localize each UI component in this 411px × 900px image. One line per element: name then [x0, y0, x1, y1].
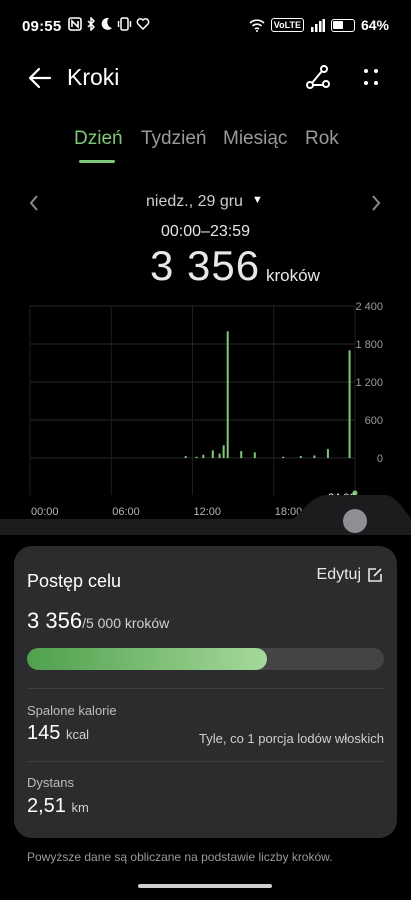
- y-tick-label: 2 400: [355, 301, 383, 313]
- chart-scrubber-handle[interactable]: [343, 509, 367, 533]
- distance-value: 2,51: [27, 795, 66, 817]
- edit-goal-button[interactable]: Edytuj: [317, 566, 383, 584]
- chart-bar: [253, 452, 256, 458]
- chart-bar: [326, 449, 329, 458]
- wifi-icon: [249, 18, 265, 32]
- goal-progress-bar: [27, 648, 384, 670]
- goal-target: /5 000 kroków: [82, 615, 170, 631]
- calories-note: Tyle, co 1 porcja lodów włoskich: [199, 731, 384, 746]
- status-time: 09:55: [22, 18, 62, 35]
- battery-percent: 64%: [360, 17, 389, 33]
- moon-icon: [101, 17, 112, 30]
- divider: [27, 761, 384, 762]
- goal-progress-fill: [27, 648, 267, 670]
- x-tick-label: 06:00: [112, 506, 140, 518]
- chevron-right-icon[interactable]: [367, 191, 385, 215]
- chart-bar: [184, 456, 187, 458]
- battery-icon: [330, 18, 355, 32]
- calories-unit: kcal: [65, 727, 90, 742]
- distance-label: Dystans: [27, 775, 74, 790]
- period-tabs: Dzień Tydzień Miesiąc Rok: [0, 128, 411, 164]
- steps-unit: kroków: [266, 266, 320, 285]
- y-tick-label: 600: [365, 415, 383, 427]
- steps-total: 3 356: [150, 242, 261, 289]
- chart-bar: [202, 454, 205, 458]
- distance-unit: km: [71, 800, 89, 815]
- divider: [27, 688, 384, 689]
- y-tick-label: 1 200: [355, 377, 383, 389]
- home-indicator[interactable]: [138, 884, 272, 888]
- calories-label: Spalone kalorie: [27, 703, 117, 718]
- goal-card: Postęp celu Edytuj 3 356/5 000 kroków Sp…: [14, 546, 397, 838]
- calories-value: 145: [27, 722, 61, 744]
- signal-icon: [310, 18, 325, 32]
- chevron-left-icon[interactable]: [25, 191, 43, 215]
- chart-bar: [222, 445, 225, 458]
- chart-bar: [313, 455, 316, 458]
- chart-bar: [211, 450, 214, 458]
- tab-week[interactable]: Tydzień: [141, 128, 206, 150]
- more-dots-icon[interactable]: [356, 62, 386, 92]
- status-left-icons: [68, 17, 150, 31]
- y-tick-label: 0: [377, 453, 383, 465]
- route-icon[interactable]: [302, 62, 332, 92]
- steps-chart[interactable]: 2 4001 8001 2006000 00:00 06:00 12:00 18:00…: [0, 290, 411, 535]
- distance-value-row: 2,51 km: [27, 795, 89, 818]
- x-tick-label: 12:00: [194, 506, 222, 518]
- chart-bar: [240, 451, 243, 458]
- active-tab-indicator: [79, 160, 115, 163]
- tab-day[interactable]: Dzień: [74, 128, 123, 150]
- back-arrow-icon[interactable]: [26, 64, 54, 92]
- chart-bar: [282, 456, 285, 458]
- tab-year[interactable]: Rok: [305, 128, 339, 150]
- status-right: VoLTE 64%: [249, 17, 389, 33]
- goal-progress-text: 3 356/5 000 kroków: [27, 608, 169, 634]
- time-range: 00:00–23:59: [161, 223, 250, 240]
- caret-down-icon[interactable]: ▼: [252, 194, 263, 206]
- chart-bar: [218, 453, 221, 458]
- date-selector[interactable]: niedz., 29 gru: [146, 193, 243, 211]
- edit-icon: [368, 568, 382, 582]
- vibrate-icon: [117, 17, 132, 31]
- bluetooth-icon: [87, 17, 96, 31]
- date-navigation: niedz., 29 gru ▼: [0, 190, 411, 216]
- y-tick-label: 1 800: [355, 339, 383, 351]
- page-title: Kroki: [67, 64, 120, 90]
- heart-icon: [136, 18, 150, 31]
- chart-bar: [226, 331, 229, 458]
- chart-bar: [195, 456, 198, 458]
- volte-badge: VoLTE: [270, 18, 304, 32]
- status-bar: 09:55 VoLTE 64%: [0, 0, 411, 56]
- goal-card-title: Postęp celu: [27, 571, 122, 591]
- calories-value-row: 145 kcal: [27, 722, 89, 745]
- goal-current: 3 356: [27, 608, 83, 633]
- app-header: Kroki: [0, 58, 411, 98]
- footnote: Powyższe dane są obliczane na podstawie …: [27, 850, 333, 864]
- x-tick-label: 00:00: [31, 506, 59, 518]
- tab-month[interactable]: Miesiąc: [223, 128, 287, 150]
- chart-bar: [299, 456, 302, 458]
- edit-label: Edytuj: [316, 566, 361, 583]
- chart-bar: [348, 350, 351, 458]
- nfc-icon: [68, 17, 82, 31]
